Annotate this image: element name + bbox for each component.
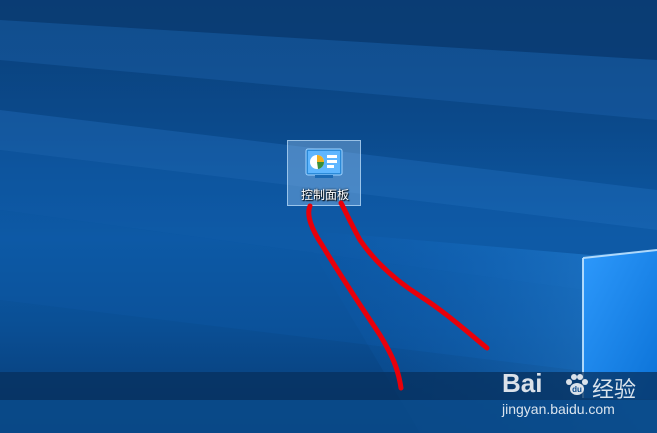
watermark-cn: 经验	[592, 378, 637, 403]
watermark-brand: Bai	[502, 368, 543, 398]
desktop-icon-label: 控制面板	[300, 188, 349, 202]
desktop-icon-control-panel[interactable]: 控制面板	[287, 140, 361, 206]
watermark-paw-text: du	[572, 385, 582, 394]
desktop[interactable]: 控制面板 Bai du 经验 jingyan.baidu.com	[0, 0, 657, 433]
baidu-watermark: Bai du 经验 jingyan.baidu.com	[500, 368, 650, 424]
paw-icon: du	[566, 374, 588, 395]
control-panel-icon	[305, 148, 343, 178]
watermark-url: jingyan.baidu.com	[502, 401, 615, 417]
